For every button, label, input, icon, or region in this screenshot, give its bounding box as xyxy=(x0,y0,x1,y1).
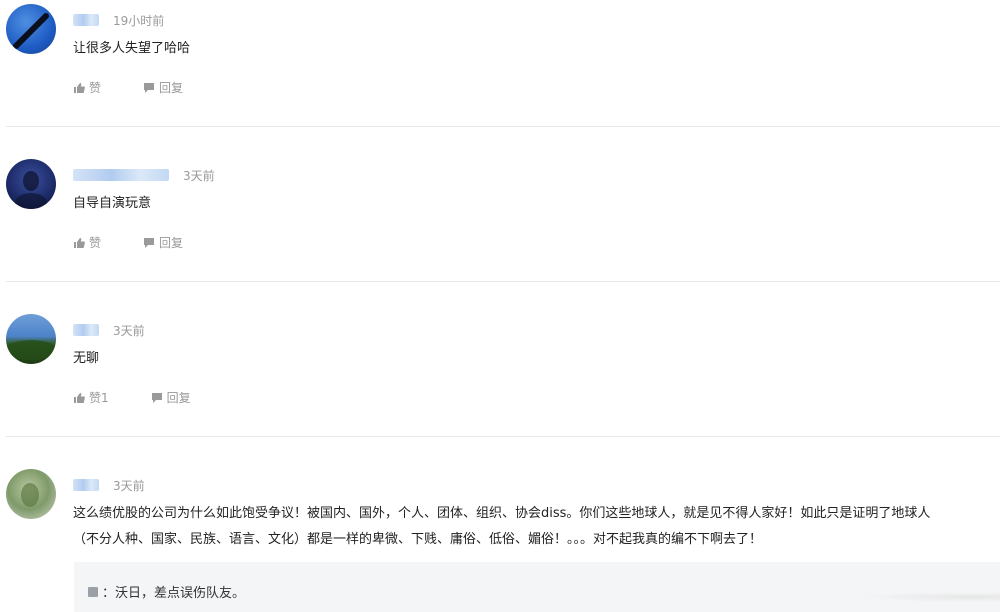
reply-text: ：沃日，差点误伤队友。 xyxy=(102,586,246,601)
comment-text: 这么绩优股的公司为什么如此饱受争议！被国内、国外，个人、团体、组织、协会diss… xyxy=(73,501,998,553)
comment-text-line: 这么绩优股的公司为什么如此饱受争议！被国内、国外，个人、团体、组织、协会diss… xyxy=(73,506,931,521)
like-button[interactable]: 赞 xyxy=(73,234,101,251)
like-label: 赞 xyxy=(89,81,102,95)
comment-text: 无聊 xyxy=(73,351,100,366)
timestamp: 3天前 xyxy=(113,478,145,493)
comment-1: 19小时前 让很多人失望了哈哈 赞 回复 xyxy=(0,0,1000,127)
reply-button[interactable]: 回复 xyxy=(151,389,191,406)
like-label: 赞 xyxy=(89,236,102,250)
username[interactable] xyxy=(73,169,169,181)
avatar[interactable] xyxy=(6,314,56,364)
reply-button[interactable]: 回复 xyxy=(143,79,183,96)
like-button[interactable]: 赞1 xyxy=(73,389,109,406)
avatar-image-icon xyxy=(6,340,56,360)
decorative-fade xyxy=(860,592,1000,602)
timestamp: 3天前 xyxy=(183,168,215,183)
like-button[interactable]: 赞 xyxy=(73,79,101,96)
reply-label: 回复 xyxy=(159,236,184,250)
speech-bubble-icon xyxy=(144,82,155,93)
username[interactable] xyxy=(73,479,99,491)
avatar[interactable] xyxy=(6,4,56,54)
username[interactable] xyxy=(73,324,99,336)
reply-label: 回复 xyxy=(166,391,191,405)
avatar[interactable] xyxy=(6,469,56,519)
speech-bubble-icon xyxy=(151,392,162,403)
avatar-image-icon xyxy=(15,171,47,209)
avatar[interactable] xyxy=(6,159,56,209)
thumbs-up-icon xyxy=(74,82,85,93)
thumbs-up-icon xyxy=(74,237,85,248)
thumbs-up-icon xyxy=(74,392,85,403)
comment-text: 让很多人失望了哈哈 xyxy=(73,41,191,56)
comment-3: 3天前 无聊 赞1 回复 xyxy=(0,282,1000,437)
speech-bubble-icon xyxy=(144,237,155,248)
reply-label: 回复 xyxy=(159,81,184,95)
reply-button[interactable]: 回复 xyxy=(143,234,183,251)
comment-2: 3天前 自导自演玩意 赞 回复 xyxy=(0,127,1000,282)
like-label: 赞1 xyxy=(89,391,109,405)
comment-text-line: （不分人种、国家、民族、语言、文化）都是一样的卑微、下贱、庸俗、低俗、媚俗！。。… xyxy=(73,532,763,547)
timestamp: 19小时前 xyxy=(113,13,165,28)
nested-reply: ：沃日，差点误伤队友。 xyxy=(74,562,1000,612)
timestamp: 3天前 xyxy=(113,323,145,338)
username[interactable] xyxy=(73,14,99,26)
comment-text: 自导自演玩意 xyxy=(73,196,152,211)
avatar-image-icon xyxy=(13,13,49,49)
avatar-image-icon xyxy=(21,483,39,507)
reply-username[interactable] xyxy=(88,586,98,597)
